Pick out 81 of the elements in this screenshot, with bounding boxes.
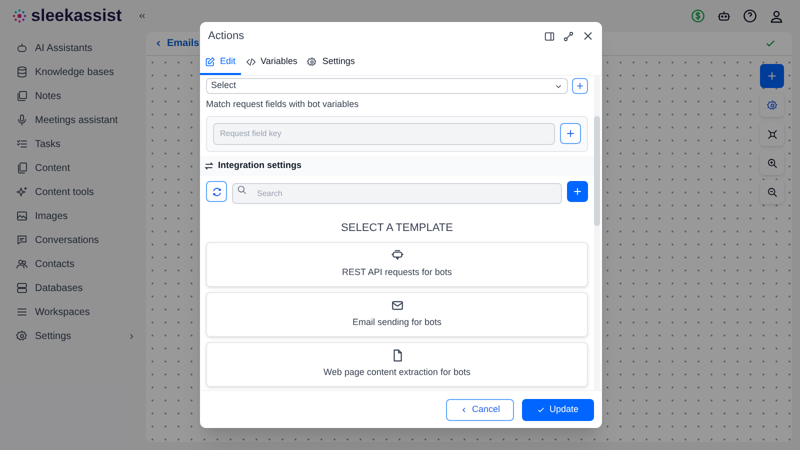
zoom-in-icon <box>766 158 778 168</box>
panel-icon[interactable] <box>544 30 555 42</box>
envelope-icon <box>390 299 404 312</box>
zoom-in-button[interactable] <box>760 151 784 175</box>
microphone-icon <box>16 114 28 126</box>
chat-icon <box>16 234 28 246</box>
search-field[interactable]: Search <box>232 182 562 204</box>
close-icon[interactable] <box>582 30 594 42</box>
copy-icon <box>16 162 28 174</box>
sidebar-item[interactable]: Settings <box>0 324 146 348</box>
sidebar-item[interactable]: Content <box>0 156 146 180</box>
cancel-button[interactable]: Cancel <box>446 398 514 420</box>
select-value: Select <box>211 79 236 92</box>
sidebar-item[interactable]: Meetings assistant <box>0 108 146 132</box>
update-button[interactable]: Update <box>522 398 594 420</box>
settings-button[interactable] <box>760 93 784 117</box>
back-link[interactable]: Emails <box>154 36 200 51</box>
add-button[interactable] <box>760 64 784 88</box>
link-icon[interactable] <box>563 30 574 42</box>
edit-icon <box>205 57 215 67</box>
sidebar-item[interactable]: Images <box>0 204 146 228</box>
image-icon <box>16 210 28 222</box>
settings-icon <box>766 100 778 110</box>
sidebar-item[interactable]: Contacts <box>0 252 146 276</box>
section-title: Integration settings <box>218 158 302 172</box>
add-button[interactable] <box>572 78 588 94</box>
refresh-icon <box>212 186 222 196</box>
search-icon <box>237 184 247 194</box>
sidebar-item[interactable]: Workspaces <box>0 300 146 324</box>
add-button[interactable] <box>567 181 588 202</box>
sidebar-item[interactable]: Conversations <box>0 228 146 252</box>
plus-icon <box>576 82 584 90</box>
template-card[interactable]: REST API requests for bots <box>206 242 588 287</box>
code-icon <box>246 57 256 67</box>
sidebar-item[interactable]: Notes <box>0 84 146 108</box>
scrollbar[interactable] <box>594 76 600 390</box>
check-icon <box>765 38 776 49</box>
notes-icon <box>16 90 28 102</box>
tab[interactable]: Edit <box>200 51 241 75</box>
dialog-title: Actions <box>208 28 244 44</box>
tab[interactable]: Variables <box>240 51 302 75</box>
sidebar-item[interactable]: Databases <box>0 276 146 300</box>
sidebar-item[interactable]: AI Assistants <box>0 36 146 60</box>
sparkle-icon <box>16 186 28 198</box>
zoom-out-button[interactable] <box>760 180 784 204</box>
check-icon <box>537 406 546 414</box>
help-icon[interactable] <box>743 9 757 23</box>
plus-icon <box>566 129 575 138</box>
template-heading: SELECT A TEMPLATE <box>340 220 454 236</box>
swap-icon <box>204 160 214 170</box>
add-button[interactable] <box>560 123 581 144</box>
sidebar-item[interactable]: Knowledge bases <box>0 60 146 84</box>
request-field-key-input[interactable]: Request field key <box>213 122 555 144</box>
robot-icon[interactable] <box>717 9 731 23</box>
checklist-icon <box>16 138 28 150</box>
fit-view-button[interactable] <box>760 122 784 146</box>
zoom-out-icon <box>766 186 778 198</box>
file-icon <box>390 349 404 362</box>
menu-lines-icon <box>16 306 28 318</box>
sidebar-item[interactable]: Content tools <box>0 180 146 204</box>
robot-icon <box>16 42 28 54</box>
sidebar-item[interactable]: Tasks <box>0 132 146 156</box>
user-icon[interactable] <box>769 8 784 24</box>
plus-icon <box>767 71 777 81</box>
section-label: Match request fields with bot variables <box>206 98 360 111</box>
chevron-left-icon <box>460 406 468 414</box>
select-dropdown[interactable]: Select <box>206 78 568 94</box>
chevron-left-icon <box>154 39 163 48</box>
template-card[interactable]: Email sending for bots <box>206 292 588 337</box>
settings-icon <box>16 330 28 342</box>
fit-view-icon <box>766 128 778 140</box>
tab[interactable]: Settings <box>302 51 360 75</box>
database-icon <box>16 66 28 78</box>
settings-icon <box>307 57 318 67</box>
users-icon <box>16 258 28 270</box>
plus-icon <box>573 187 582 196</box>
server-icon <box>16 282 28 294</box>
logo-text: sleekassist <box>31 5 122 28</box>
api-icon <box>390 249 404 262</box>
template-card[interactable]: Web page content extraction for bots <box>206 342 588 387</box>
refresh-button[interactable] <box>206 181 227 202</box>
